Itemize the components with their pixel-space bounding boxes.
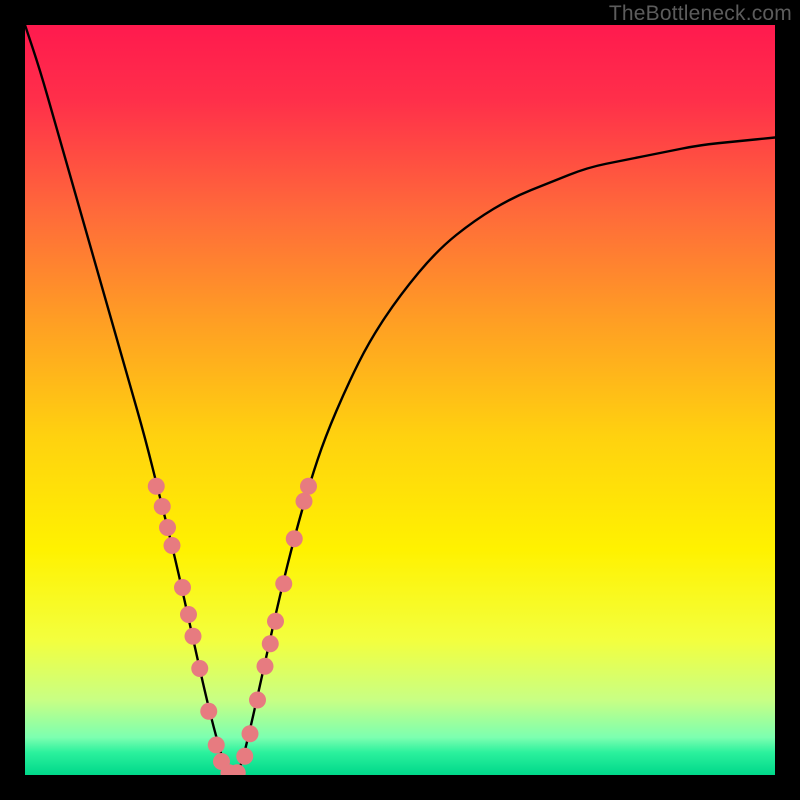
- curve-markers: [148, 478, 317, 775]
- curve-marker: [164, 537, 181, 554]
- chart-frame: TheBottleneck.com: [0, 0, 800, 800]
- curve-marker: [154, 498, 171, 515]
- bottleneck-curve: [25, 25, 775, 775]
- curve-marker: [191, 660, 208, 677]
- curve-marker: [185, 628, 202, 645]
- curve-marker: [208, 737, 225, 754]
- curve-layer: [25, 25, 775, 775]
- curve-marker: [242, 725, 259, 742]
- curve-marker: [300, 478, 317, 495]
- watermark-text: TheBottleneck.com: [609, 2, 792, 26]
- curve-marker: [257, 658, 274, 675]
- curve-marker: [236, 748, 253, 765]
- curve-marker: [275, 575, 292, 592]
- curve-marker: [180, 606, 197, 623]
- curve-marker: [267, 613, 284, 630]
- curve-marker: [296, 493, 313, 510]
- curve-marker: [200, 703, 217, 720]
- curve-marker: [174, 579, 191, 596]
- curve-marker: [148, 478, 165, 495]
- plot-area: [25, 25, 775, 775]
- curve-marker: [286, 530, 303, 547]
- curve-marker: [249, 692, 266, 709]
- curve-marker: [262, 635, 279, 652]
- curve-marker: [159, 519, 176, 536]
